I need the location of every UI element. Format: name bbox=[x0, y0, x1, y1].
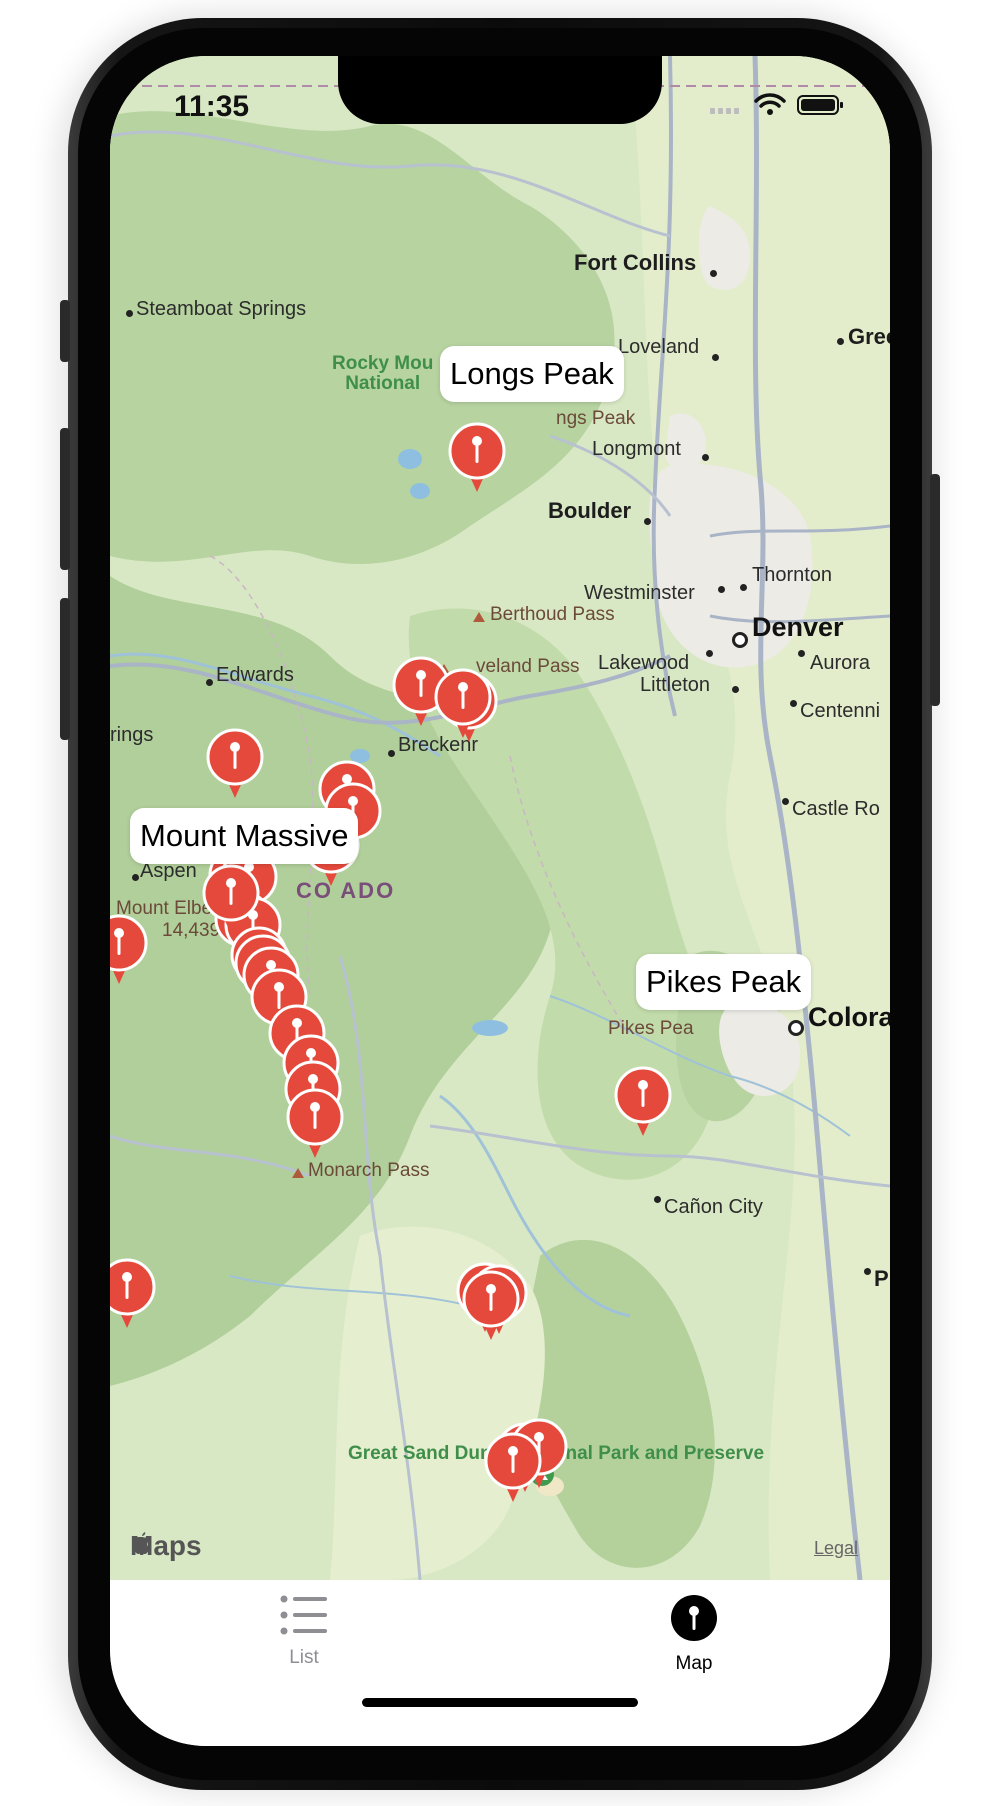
city-label-thornton: Thornton bbox=[752, 564, 833, 586]
city-label-greeley: Gree bbox=[848, 324, 890, 349]
tab-list-label: List bbox=[289, 1647, 319, 1668]
city-label-littleton: Littleton bbox=[640, 674, 711, 696]
city-label-canon-city: Cañon City bbox=[664, 1196, 763, 1218]
city-dot bbox=[712, 354, 719, 361]
volume-up-button bbox=[60, 428, 70, 570]
map-pin-marker[interactable] bbox=[286, 1088, 344, 1160]
peak-marker-icon bbox=[292, 1168, 304, 1178]
city-dot bbox=[654, 1196, 661, 1203]
map-pin-marker[interactable] bbox=[434, 668, 492, 740]
park-label-rocky-mountain: Rocky Mou National bbox=[332, 353, 434, 394]
screen: Fort Collins Steamboat Springs Loveland … bbox=[110, 56, 890, 1746]
map-pin-marker[interactable] bbox=[614, 1066, 672, 1138]
city-dot bbox=[740, 584, 747, 591]
callout-pikes-peak[interactable]: Pikes Peak bbox=[636, 954, 812, 1010]
map-pin-marker[interactable] bbox=[448, 422, 506, 494]
callout-longs-peak[interactable]: Longs Peak bbox=[440, 346, 624, 402]
peak-marker-icon bbox=[473, 612, 485, 622]
map-pin-marker[interactable] bbox=[110, 1258, 156, 1330]
city-dot bbox=[790, 700, 797, 707]
city-dot bbox=[732, 686, 739, 693]
mute-switch bbox=[60, 300, 70, 362]
city-dot bbox=[644, 518, 651, 525]
wifi-icon bbox=[754, 93, 786, 108]
power-button bbox=[930, 474, 940, 706]
status-time: 11:35 bbox=[174, 90, 250, 123]
city-label-lakewood: Lakewood bbox=[598, 652, 690, 674]
city-label-centennial: Centenni bbox=[800, 700, 881, 722]
pass-label-monarch: Monarch Pass bbox=[308, 1160, 430, 1181]
city-dot bbox=[837, 338, 844, 345]
city-dot bbox=[126, 310, 133, 317]
list-icon bbox=[224, 1594, 384, 1641]
city-dot bbox=[702, 454, 709, 461]
city-dot bbox=[798, 650, 805, 657]
city-dot bbox=[710, 270, 717, 277]
notch bbox=[338, 56, 662, 124]
city-label-aurora: Aurora bbox=[810, 652, 871, 674]
peak-label-longs: ngs Peak bbox=[556, 408, 636, 429]
map-pin-marker[interactable] bbox=[110, 914, 148, 986]
city-dot-capital bbox=[732, 632, 748, 648]
map-pin-icon bbox=[614, 1594, 774, 1647]
city-label-denver: Denver bbox=[752, 612, 844, 642]
city-dot bbox=[782, 798, 789, 805]
map-view[interactable]: Fort Collins Steamboat Springs Loveland … bbox=[110, 56, 890, 1580]
city-label-glenwood: rings bbox=[110, 724, 154, 746]
city-label-boulder: Boulder bbox=[548, 498, 632, 523]
home-indicator bbox=[362, 1698, 638, 1707]
city-dot bbox=[864, 1268, 871, 1275]
map-pin-marker[interactable] bbox=[462, 1270, 520, 1342]
city-label-westminster: Westminster bbox=[584, 582, 695, 604]
volume-down-button bbox=[60, 598, 70, 740]
city-dot bbox=[718, 586, 725, 593]
signal-icon bbox=[710, 108, 739, 114]
map-pin-marker[interactable] bbox=[206, 728, 264, 800]
peak-label-pikes: Pikes Pea bbox=[608, 1018, 694, 1039]
city-label-pueblo: P bbox=[874, 1266, 889, 1291]
battery-icon bbox=[797, 95, 843, 115]
city-dot bbox=[206, 679, 213, 686]
city-dot-major bbox=[788, 1020, 804, 1036]
tab-map[interactable]: Map bbox=[614, 1594, 774, 1675]
city-label-colorado-springs: Colora bbox=[808, 1002, 890, 1032]
city-dot bbox=[132, 874, 139, 881]
map-pin-marker[interactable] bbox=[484, 1432, 542, 1504]
tab-bar: List Map bbox=[110, 1580, 890, 1746]
tab-list[interactable]: List bbox=[224, 1594, 384, 1669]
city-label-fort-collins: Fort Collins bbox=[574, 250, 697, 275]
tab-map-label: Map bbox=[675, 1653, 713, 1674]
pass-label-berthoud: Berthoud Pass bbox=[490, 604, 615, 625]
status-icons bbox=[710, 92, 850, 123]
callout-mount-massive[interactable]: Mount Massive bbox=[130, 808, 359, 864]
apple-maps-logo: Maps bbox=[130, 1530, 202, 1561]
city-label-steamboat-springs: Steamboat Springs bbox=[136, 298, 307, 320]
city-dot bbox=[706, 650, 713, 657]
city-label-edwards: Edwards bbox=[216, 664, 294, 686]
city-label-castle-rock: Castle Ro bbox=[792, 798, 880, 820]
city-label-longmont: Longmont bbox=[592, 438, 681, 460]
legal-link[interactable]: Legal bbox=[814, 1538, 858, 1559]
city-label-loveland: Loveland bbox=[618, 336, 700, 358]
city-dot bbox=[388, 750, 395, 757]
